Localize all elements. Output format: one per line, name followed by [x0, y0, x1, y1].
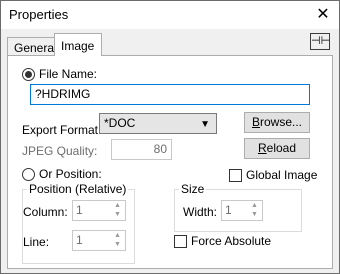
or-position-radio[interactable] — [22, 168, 35, 181]
position-relative-legend: Position (Relative) — [27, 182, 129, 196]
browse-button-label: Browse... — [251, 115, 303, 129]
size-group: Size Width: 1 ▲ ▼ — [174, 182, 302, 232]
column-label: Column: — [23, 205, 68, 219]
spin-up-icon[interactable]: ▲ — [247, 201, 262, 210]
tab-general-label: General — [14, 41, 57, 55]
column-value: 1 — [76, 203, 83, 217]
or-position-label: Or Position: — [39, 167, 102, 181]
file-name-label: File Name: — [39, 67, 98, 81]
tab-image-label: Image — [61, 39, 95, 53]
export-format-select[interactable]: *DOC ▼ — [99, 113, 217, 134]
jpeg-quality-label: JPEG Quality: — [22, 144, 98, 158]
file-name-input[interactable]: ?HDRIMG — [30, 84, 310, 105]
export-format-label: Export Format: — [22, 123, 102, 137]
tab-image[interactable]: Image — [54, 33, 102, 56]
size-legend: Size — [179, 182, 207, 196]
chevron-down-icon: ▼ — [200, 119, 210, 130]
column-stepper[interactable]: 1 ▲ ▼ — [72, 200, 126, 221]
line-label: Line: — [23, 235, 50, 249]
line-stepper[interactable]: 1 ▲ ▼ — [72, 230, 126, 251]
reload-button[interactable]: Reload — [244, 138, 310, 159]
width-stepper[interactable]: 1 ▲ ▼ — [221, 200, 263, 221]
width-label: Width: — [183, 205, 218, 219]
position-relative-group: Position (Relative) Column: 1 ▲ ▼ Line: … — [22, 182, 135, 264]
global-image-checkbox[interactable] — [229, 169, 242, 182]
spin-down-icon[interactable]: ▼ — [110, 210, 125, 219]
file-name-radio[interactable] — [22, 68, 35, 81]
tab-general[interactable]: General — [7, 37, 57, 56]
spin-up-icon[interactable]: ▲ — [110, 231, 125, 240]
reload-button-label: Reload — [257, 141, 297, 155]
force-absolute-label: Force Absolute — [191, 234, 272, 248]
pin-icon[interactable]: ⊣⊢ — [310, 33, 330, 50]
properties-window: Properties ✕ General Image ⊣⊢ File Name:… — [0, 0, 340, 274]
spin-up-icon[interactable]: ▲ — [110, 201, 125, 210]
window-title: Properties — [9, 7, 69, 22]
global-image-label: Global Image — [246, 168, 318, 182]
force-absolute-checkbox[interactable] — [174, 235, 187, 248]
browse-button[interactable]: Browse... — [244, 112, 310, 133]
spin-down-icon[interactable]: ▼ — [247, 210, 262, 219]
jpeg-quality-input[interactable]: 80 — [111, 139, 172, 160]
export-format-value: *DOC — [104, 116, 136, 130]
width-value: 1 — [225, 203, 232, 217]
title-bar: Properties ✕ — [1, 1, 339, 29]
close-icon[interactable]: ✕ — [307, 1, 339, 29]
image-tab-panel: File Name: ?HDRIMG Export Format: *DOC ▼… — [7, 55, 333, 269]
spin-down-icon[interactable]: ▼ — [110, 240, 125, 249]
line-value: 1 — [76, 233, 83, 247]
